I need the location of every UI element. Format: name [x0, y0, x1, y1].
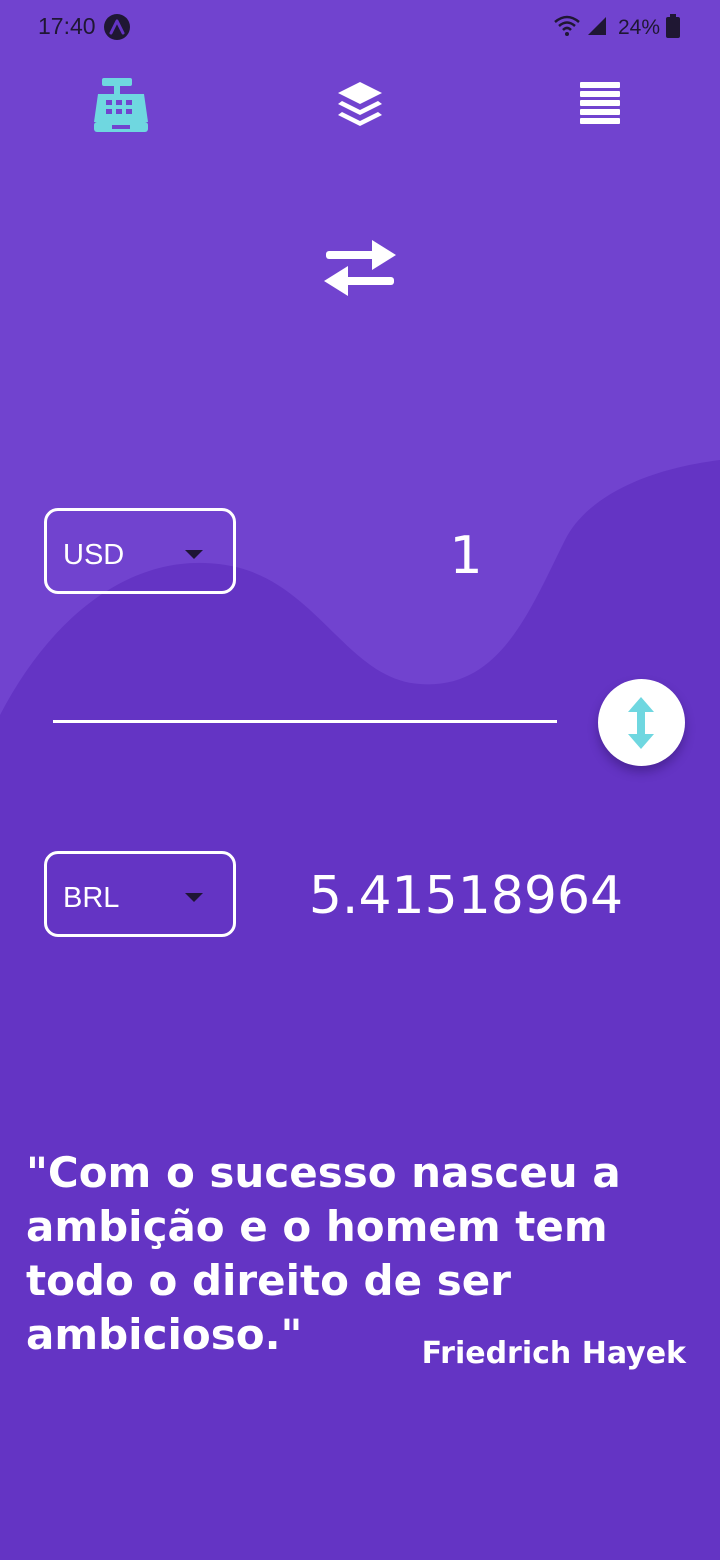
cash-register-icon — [94, 78, 148, 132]
from-currency-code: USD — [63, 539, 125, 571]
quote-author: Friedrich Hayek — [421, 1336, 686, 1371]
swap-currencies-button[interactable] — [598, 679, 685, 766]
vertical-swap-icon — [628, 697, 654, 749]
exchange-arrows-icon — [322, 238, 398, 303]
notification-app-icon — [104, 14, 130, 40]
status-time: 17:40 — [38, 13, 96, 39]
status-indicators: 24% — [554, 12, 680, 44]
wifi-icon — [554, 15, 580, 42]
divider — [53, 720, 557, 723]
to-currency-select[interactable]: BRL — [44, 851, 236, 937]
nav-calculator-tab[interactable] — [94, 78, 148, 137]
status-bar: 17:40 24% — [0, 0, 720, 56]
quote-text: "Com o sucesso nasceu a ambição e o home… — [26, 1148, 621, 1359]
list-icon — [580, 82, 620, 124]
battery-icon — [666, 13, 680, 43]
battery-percent: 24% — [617, 16, 660, 39]
from-currency-select[interactable]: USD — [44, 508, 236, 594]
signal-icon — [586, 15, 608, 42]
from-amount-input[interactable]: 1 — [240, 526, 692, 586]
converted-amount: 5.41518964 — [308, 866, 624, 926]
to-currency-code: BRL — [63, 882, 120, 914]
layers-icon — [338, 82, 382, 126]
chevron-down-icon — [185, 893, 203, 902]
nav-layers-tab[interactable] — [336, 80, 384, 133]
nav-list-tab[interactable] — [580, 82, 620, 129]
chevron-down-icon — [185, 550, 203, 559]
